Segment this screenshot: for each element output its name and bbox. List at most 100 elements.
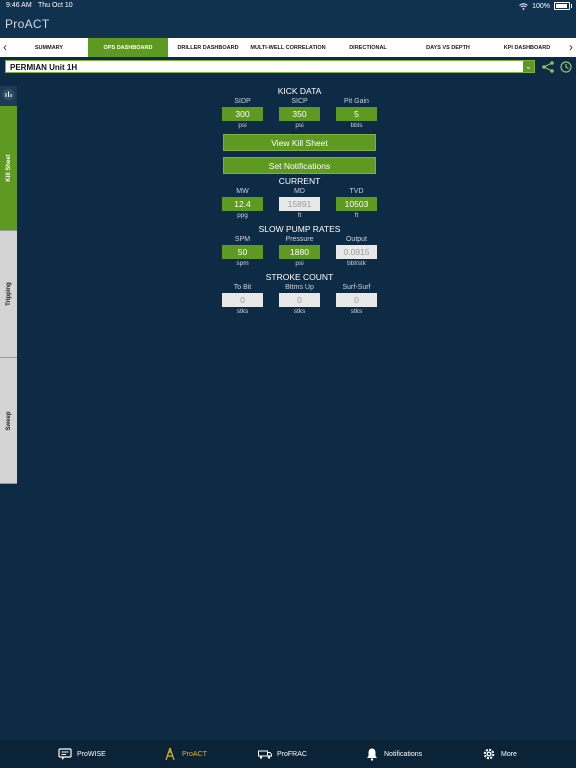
chat-icon (58, 748, 72, 760)
tab-driller-dashboard[interactable]: DRILLER DASHBOARD (168, 38, 248, 57)
nav-proact[interactable]: ProACT (163, 740, 207, 768)
tab-directional[interactable]: DIRECTIONAL (328, 38, 408, 57)
tabs-scroll-left-icon[interactable]: ‹ (0, 38, 10, 57)
tab-multi-well-correlation[interactable]: MULTI-WELL CORRELATION (248, 38, 328, 57)
tvd-input[interactable]: 10503 (336, 197, 377, 211)
field-bttms-up: Bttms Up 0 stks (279, 283, 320, 317)
truck-icon (258, 750, 272, 759)
field-label: TVD (349, 188, 364, 195)
current-title: CURRENT (278, 176, 321, 186)
side-logo-icon (2, 88, 15, 101)
tab-days-vs-depth[interactable]: DAYS VS DEPTH (408, 38, 488, 57)
pit-gain-input[interactable]: 5 (336, 107, 377, 121)
well-bar: PERMIAN Unit 1H ⌄ (0, 57, 576, 77)
surf-surf-value: 0 (336, 293, 377, 307)
field-pit-gain: Pit Gain 5 bbls (336, 97, 377, 131)
chevron-down-icon[interactable]: ⌄ (523, 61, 534, 72)
output-value: 0.0915 (336, 245, 377, 259)
field-unit: ppg (237, 212, 248, 219)
battery-icon (554, 2, 572, 10)
gear-icon (483, 748, 495, 760)
field-spm: SPM 50 spm (222, 235, 263, 269)
bell-icon (367, 748, 377, 761)
nav-notifications[interactable]: Notifications (365, 740, 422, 768)
dashboard-tabs: ‹ SUMMARY OPS DASHBOARD DRILLER DASHBOAR… (0, 38, 576, 57)
field-unit: stks (293, 308, 306, 315)
tabs-scroll-right-icon[interactable]: › (566, 38, 576, 57)
field-tvd: TVD 10503 ft (336, 187, 377, 221)
side-tab-label: Kill Sheet (5, 154, 12, 182)
spm-input[interactable]: 50 (222, 245, 263, 259)
kick-data-grid: SIDP 300 psi SICP 350 psi Pit Gain 5 bbl… (222, 97, 377, 131)
kick-data-title: KICK DATA (277, 86, 322, 96)
field-unit: bbl/stk (347, 260, 366, 267)
tab-summary[interactable]: SUMMARY (10, 38, 88, 57)
nav-label: ProACT (182, 750, 207, 758)
view-kill-sheet-button[interactable]: View Kill Sheet (223, 134, 376, 151)
well-select[interactable]: PERMIAN Unit 1H ⌄ (5, 60, 535, 73)
field-label: Output (345, 236, 367, 243)
status-bar: 9:46 AM Thu Oct 10 100% (0, 0, 576, 12)
field-unit: ft (354, 212, 359, 219)
side-panel: Kill Sheet Tripping Sweep (0, 86, 17, 484)
side-tab-tripping[interactable]: Tripping (0, 231, 17, 358)
field-sidp: SIDP 300 psi (222, 97, 263, 131)
field-mw: MW 12.4 ppg (222, 187, 263, 221)
history-icon[interactable] (559, 60, 573, 74)
battery-percent: 100% (532, 2, 550, 10)
well-name: PERMIAN Unit 1H (10, 63, 78, 72)
nav-label: ProWISE (77, 750, 106, 758)
field-unit: spm (236, 260, 249, 267)
bttms-up-value: 0 (279, 293, 320, 307)
field-unit: stks (236, 308, 249, 315)
field-label: Pressure (285, 236, 314, 243)
field-unit: bbls (350, 122, 363, 129)
derrick-icon (165, 747, 175, 761)
set-notifications-button[interactable]: Set Notifications (223, 157, 376, 174)
field-label: SIDP (234, 98, 251, 105)
nav-more[interactable]: More (482, 740, 517, 768)
app-logo: ProACT (5, 17, 50, 31)
field-unit: psi (295, 260, 304, 267)
slow-pump-rates-grid: SPM 50 spm Pressure 1880 psi Output 0.09… (222, 235, 377, 269)
field-label: Pit Gain (344, 98, 369, 105)
field-unit: ft (297, 212, 302, 219)
stroke-count-grid: To Bit 0 stks Bttms Up 0 stks Surf-Surf … (222, 283, 377, 317)
field-unit: psi (238, 122, 247, 129)
status-time: 9:46 AM (6, 2, 32, 9)
wifi-icon (519, 2, 528, 10)
pressure-input[interactable]: 1880 (279, 245, 320, 259)
nav-label: More (501, 750, 517, 758)
side-header (0, 86, 17, 106)
field-sicp: SICP 350 psi (279, 97, 320, 131)
status-date: Thu Oct 10 (38, 2, 73, 9)
field-label: SICP (291, 98, 308, 105)
to-bit-value: 0 (222, 293, 263, 307)
field-label: SPM (234, 236, 251, 243)
side-tab-label: Tripping (5, 282, 12, 306)
nav-profrac[interactable]: ProFRAC (258, 740, 307, 768)
field-label: MD (294, 188, 305, 195)
side-tab-kill-sheet[interactable]: Kill Sheet (0, 106, 17, 231)
field-label: Surf-Surf (342, 284, 371, 291)
field-surf-surf: Surf-Surf 0 stks (336, 283, 377, 317)
side-tab-sweep[interactable]: Sweep (0, 358, 17, 484)
field-label: Bttms Up (285, 284, 314, 291)
share-icon[interactable] (541, 60, 555, 74)
mw-input[interactable]: 12.4 (222, 197, 263, 211)
field-unit: psi (295, 122, 304, 129)
tab-kpi-dashboard[interactable]: KPI DASHBOARD (488, 38, 566, 57)
field-to-bit: To Bit 0 stks (222, 283, 263, 317)
nav-prowise[interactable]: ProWISE (58, 740, 106, 768)
sidp-input[interactable]: 300 (222, 107, 263, 121)
tab-ops-dashboard[interactable]: OPS DASHBOARD (88, 38, 168, 57)
sicp-input[interactable]: 350 (279, 107, 320, 121)
field-label: To Bit (233, 284, 252, 291)
nav-label: Notifications (384, 750, 423, 758)
field-pressure: Pressure 1880 psi (279, 235, 320, 269)
field-output: Output 0.0915 bbl/stk (336, 235, 377, 269)
field-md: MD 15891 ft (279, 187, 320, 221)
side-tab-label: Sweep (5, 410, 12, 431)
md-value: 15891 (279, 197, 320, 211)
status-right: 100% (519, 2, 572, 10)
